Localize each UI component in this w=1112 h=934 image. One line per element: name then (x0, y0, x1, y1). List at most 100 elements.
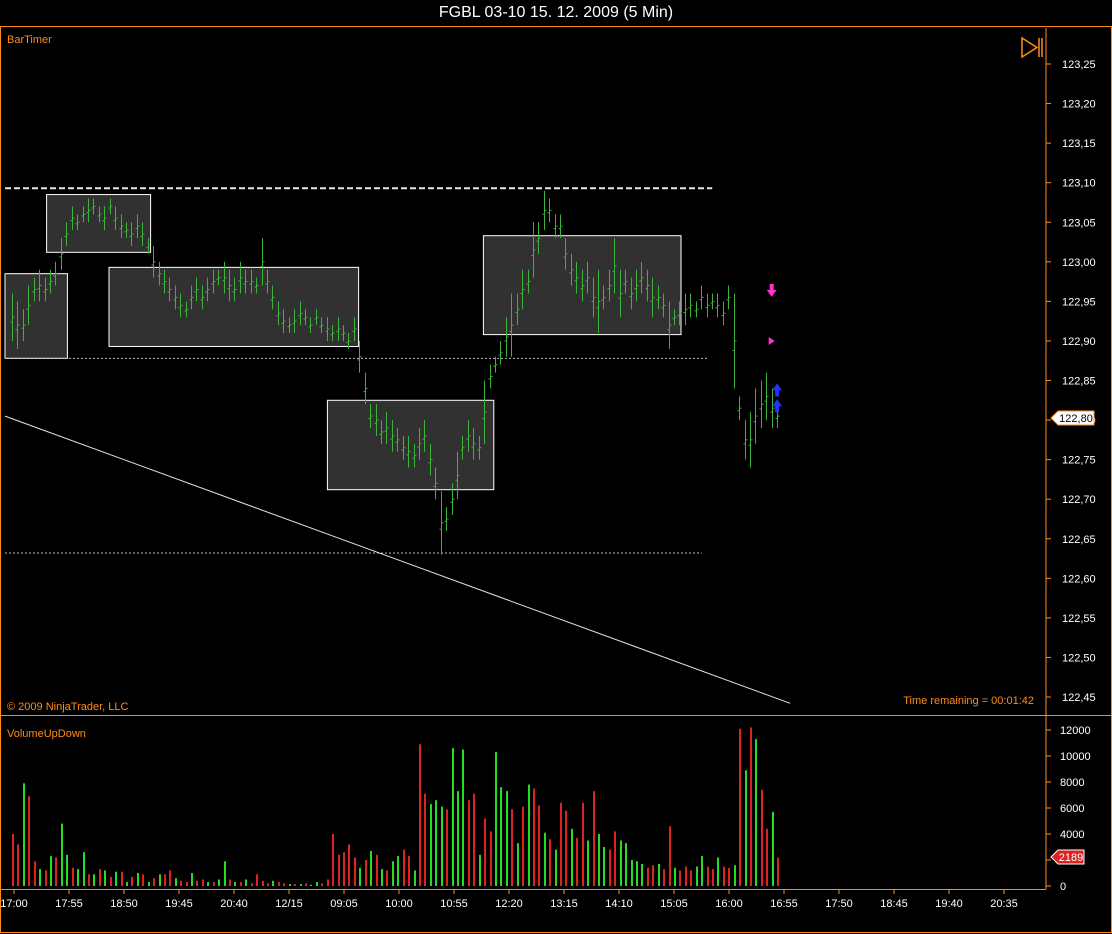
time-tick-label: 12/15 (275, 898, 303, 910)
volume-indicator-label: VolumeUpDown (7, 728, 86, 740)
time-tick-label: 17:00 (0, 898, 28, 910)
volume-tick-label: 8000 (1060, 777, 1084, 789)
time-tick-label: 09:05 (330, 898, 358, 910)
volume-bar (196, 880, 198, 886)
volume-bar (484, 818, 486, 886)
price-tick-label: 122,85 (1062, 376, 1096, 388)
volume-bar (647, 867, 649, 886)
volume-bar (240, 882, 242, 886)
volume-bar (93, 874, 95, 886)
volume-bar (213, 882, 215, 886)
time-tick-label: 17:50 (825, 898, 853, 910)
volume-bar (674, 867, 676, 886)
volume-bar (712, 869, 714, 886)
volume-bar (386, 870, 388, 886)
volume-bar (153, 878, 155, 886)
volume-bar (251, 883, 253, 886)
volume-bar (424, 793, 426, 886)
last-price-marker: 122,80 (1050, 410, 1095, 426)
consolidation-box-1[interactable] (4, 273, 68, 359)
volume-bar (522, 806, 524, 886)
volume-bar (289, 884, 291, 886)
price-tick-label: 122,45 (1062, 692, 1096, 704)
price-tick-label: 123,10 (1062, 178, 1096, 190)
volume-bar (538, 805, 540, 886)
volume-bar (234, 882, 236, 886)
price-tick-label: 123,00 (1062, 257, 1096, 269)
volume-bar (224, 861, 226, 886)
volume-bar (408, 856, 410, 886)
volume-bar (332, 834, 334, 886)
volume-bar (414, 870, 416, 886)
volume-tick-label: 12000 (1060, 725, 1091, 737)
volume-bar (126, 882, 128, 886)
volume-bar (131, 876, 133, 886)
volume-bar (186, 882, 188, 886)
volume-bar (528, 784, 530, 886)
price-tick-label: 122,95 (1062, 296, 1096, 308)
volume-bar (381, 869, 383, 886)
volume-bar (587, 840, 589, 886)
volume-bar (468, 800, 470, 886)
volume-bar (218, 879, 220, 886)
time-tick-label: 14:10 (605, 898, 633, 910)
volume-bar (180, 880, 182, 886)
price-panel (1, 28, 1046, 715)
volume-bar (169, 870, 171, 886)
volume-bar (495, 752, 497, 886)
time-tick-label: 10:00 (385, 898, 413, 910)
volume-bar (511, 809, 513, 886)
volume-bar (392, 861, 394, 886)
volume-bar (696, 866, 698, 886)
volume-bar (544, 832, 546, 886)
time-remaining-label: Time remaining = 00:01:42 (903, 695, 1034, 707)
price-tick-label: 122,65 (1062, 534, 1096, 546)
volume-bar (12, 834, 14, 886)
time-tick-label: 18:50 (110, 898, 138, 910)
consolidation-box-2[interactable] (46, 194, 152, 253)
time-tick-label: 16:55 (770, 898, 798, 910)
volume-bar (457, 791, 459, 886)
volume-bar (614, 831, 616, 886)
volume-bar (625, 843, 627, 886)
volume-bar (739, 728, 741, 886)
volume-bar (669, 826, 671, 886)
price-tick-label: 123,05 (1062, 217, 1096, 229)
volume-bar (560, 802, 562, 886)
consolidation-box-3[interactable] (108, 266, 360, 347)
volume-tick-label: 6000 (1060, 803, 1084, 815)
volume-bar (310, 884, 312, 886)
volume-bar (517, 843, 519, 886)
volume-bar (403, 849, 405, 886)
volume-bar (636, 861, 638, 886)
volume-bar (191, 873, 193, 886)
volume-bar (262, 880, 264, 886)
volume-bar (500, 787, 502, 886)
volume-bar (28, 796, 30, 886)
volume-bar (121, 871, 123, 886)
volume-bar (300, 884, 302, 886)
time-axis-ticks: 17:00 17:55 18:50 19:45 20:40 12/15 09:05 10:00… (0, 889, 1018, 910)
volume-bar (397, 856, 399, 886)
volume-bar (533, 788, 535, 886)
volume-bar (506, 791, 508, 886)
volume-bar (441, 806, 443, 886)
volume-bar (115, 871, 117, 886)
volume-bar (148, 882, 150, 886)
volume-bar (338, 854, 340, 886)
volume-bar (207, 882, 209, 886)
volume-bar (142, 874, 144, 886)
volume-tick-label: 4000 (1060, 829, 1084, 841)
volume-bar (272, 880, 274, 886)
volume-bar (359, 867, 361, 886)
volume-bars (12, 727, 779, 886)
time-tick-label: 16:00 (715, 898, 743, 910)
volume-bar (446, 809, 448, 886)
time-tick-label: 17:55 (55, 898, 83, 910)
price-tick-label: 122,50 (1062, 652, 1096, 664)
volume-bar (761, 789, 763, 886)
volume-bar (316, 882, 318, 886)
chart-canvas[interactable]: 123,25 123,20 123,15 123,10 123,05 123,00 122,… (0, 0, 1112, 934)
volume-bar (777, 857, 779, 886)
volume-bar (278, 882, 280, 886)
